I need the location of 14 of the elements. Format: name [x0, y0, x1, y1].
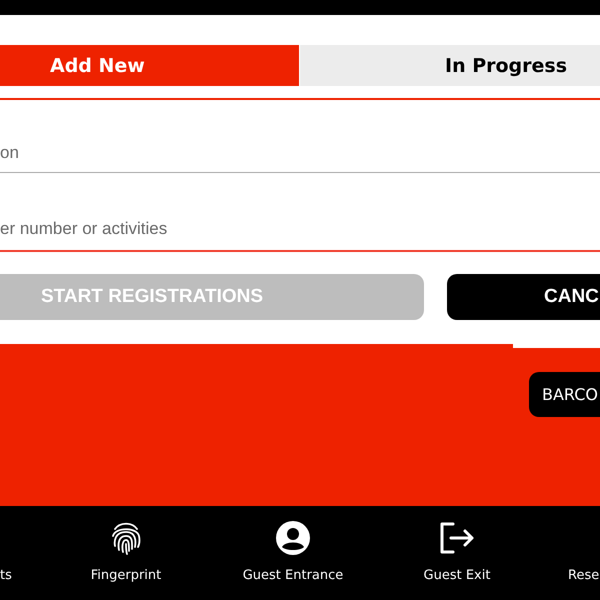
exit-icon[interactable]	[439, 522, 475, 554]
nav-label[interactable]: ts	[0, 568, 12, 583]
nav-label[interactable]: Fingerprint	[90, 568, 162, 583]
fingerprint-icon[interactable]	[110, 521, 142, 555]
user-icon[interactable]	[275, 520, 311, 556]
nav-label[interactable]: Guest Entrance	[242, 568, 344, 583]
tab[interactable]: In Progress	[300, 45, 600, 86]
tab[interactable]: Add New	[0, 45, 299, 86]
nav-label[interactable]: Guest Exit	[424, 568, 490, 583]
input-field[interactable]: on	[0, 100, 600, 173]
nav-label[interactable]: Rese	[568, 568, 600, 583]
cancel-button[interactable]: CANC	[447, 274, 600, 320]
input-field[interactable]: er number or activities	[0, 173, 600, 252]
barcode-button[interactable]: BARCO	[529, 372, 600, 417]
